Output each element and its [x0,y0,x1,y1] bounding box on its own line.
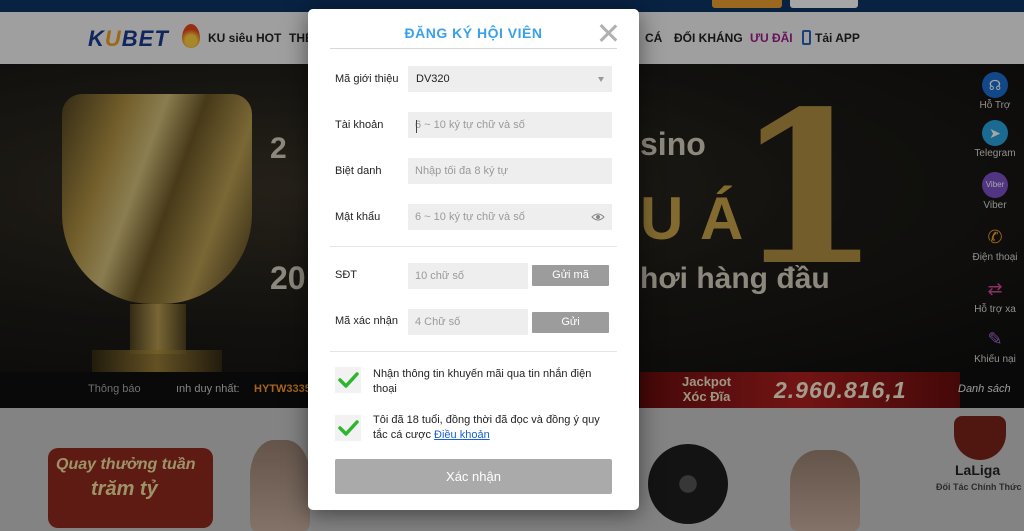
password-input[interactable] [408,204,612,230]
sms-consent-checkbox[interactable] [335,367,361,393]
send-code-button[interactable]: Gửi mã [532,265,609,286]
close-button[interactable] [597,22,619,44]
send-captcha-button[interactable]: Gửi [532,312,609,333]
phone-label: SĐT [335,269,357,281]
age-consent-text: Tôi đã 18 tuổi, đồng thời đã đọc và đồng… [373,413,613,443]
chevron-down-icon [598,77,604,82]
sms-consent-text: Nhận thông tin khuyến mãi qua tin nhắn đ… [373,368,592,395]
terms-link[interactable]: Điều khoản [434,429,490,441]
nickname-input[interactable] [408,158,612,184]
text-cursor [416,120,417,133]
checkmark-icon [338,420,359,436]
nickname-label: Biệt danh [335,165,382,177]
referral-select[interactable]: DV320 [408,66,612,92]
referral-label: Mã giới thiệu [335,73,399,85]
referral-value: DV320 [416,73,450,85]
age-consent-checkbox[interactable] [335,415,361,441]
section-divider-1 [330,246,617,247]
modal-title: ĐĂNG KÝ HỘI VIÊN [404,25,543,41]
section-divider-2 [330,351,617,352]
account-label: Tài khoản [335,119,384,131]
captcha-label: Mã xác nhận [335,315,398,327]
eye-icon[interactable] [591,212,605,222]
title-divider [330,48,617,49]
password-label: Mật khẩu [335,211,381,223]
captcha-input[interactable] [408,309,528,335]
phone-input[interactable] [408,263,528,289]
confirm-button[interactable]: Xác nhận [335,459,612,494]
account-input[interactable] [408,112,612,138]
register-modal: ĐĂNG KÝ HỘI VIÊN Mã giới thiệu DV320 Tài… [308,9,639,510]
checkmark-icon [338,372,359,388]
